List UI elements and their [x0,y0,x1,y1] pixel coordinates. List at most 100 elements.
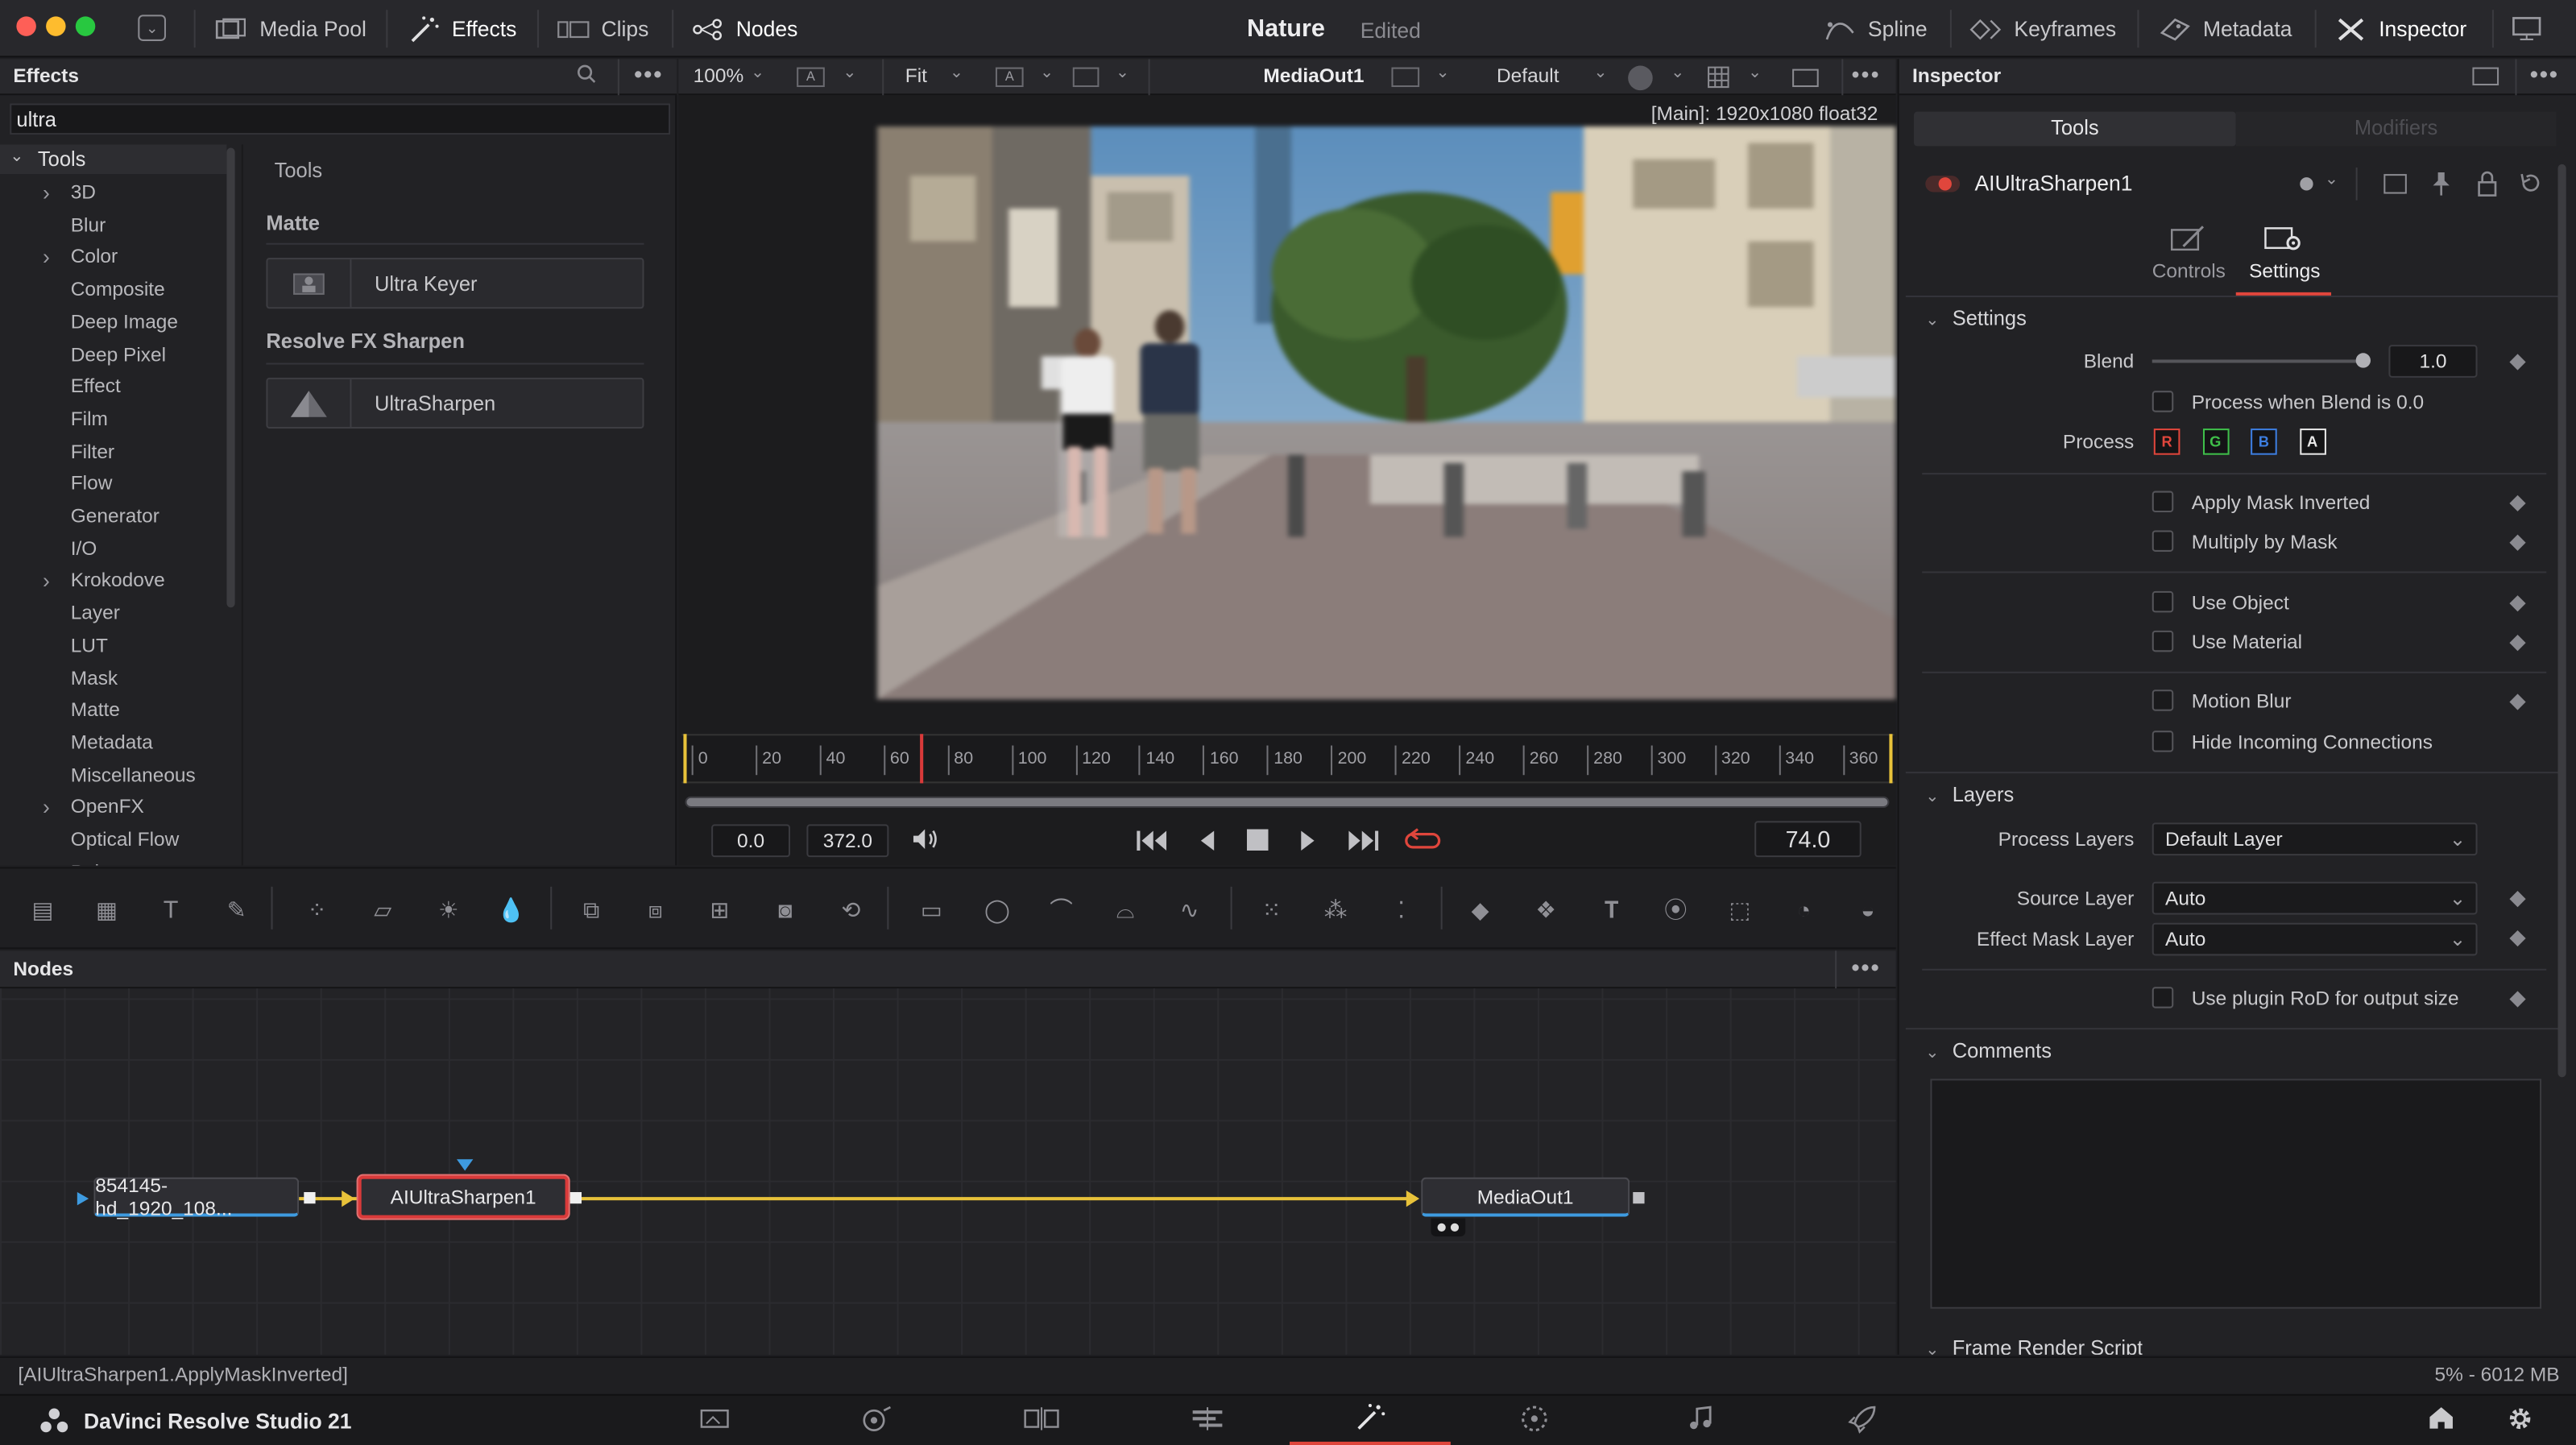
subtab-settings[interactable]: Settings [2235,222,2332,296]
grid-icon[interactable] [1707,66,1730,89]
page-timeline-button[interactable] [1174,1396,1240,1445]
zoom-level[interactable]: 100% [694,64,744,88]
maximize-window-button[interactable] [75,16,96,36]
tree-root-row[interactable] [0,144,227,175]
process-channel-b-toggle[interactable]: B [2251,429,2277,455]
tree-item-film[interactable]: Film [0,404,226,433]
chevron-down-icon[interactable]: ⌄ [843,64,856,82]
merge-tool-icon[interactable]: ⧉ [574,893,610,926]
global-end-field[interactable]: 372.0 [806,824,889,858]
image-plane-3d-icon[interactable]: ⬚ [1721,893,1758,926]
pin-icon[interactable] [2429,171,2453,197]
subtab-controls[interactable]: Controls [2140,222,2235,291]
rectangle-mask-icon[interactable]: ▭ [913,893,950,926]
node-enable-toggle[interactable] [1925,176,1961,193]
page-edit-button[interactable] [1008,1396,1075,1445]
more-options-icon[interactable]: ••• [1852,954,1881,980]
comments-textarea[interactable] [1930,1079,2542,1309]
chevron-down-icon[interactable]: ⌄ [1116,64,1129,82]
loop-icon[interactable] [1405,826,1441,855]
node-color-dot[interactable] [2300,177,2313,191]
tree-item-color[interactable]: › Color [0,242,226,271]
particles-tool-icon[interactable]: ⁘ [299,893,335,926]
tree-item-3d[interactable]: › 3D [0,177,226,207]
matte-tool-icon[interactable]: ◙ [767,893,803,926]
go-to-end-icon[interactable] [1344,827,1380,854]
merge-3d-node-icon[interactable]: ❖ [1528,893,1564,926]
search-icon[interactable] [577,64,600,88]
paint-tool-icon[interactable]: ▦ [89,893,125,926]
shape-3d-icon[interactable]: ◆ [1462,893,1498,926]
section-comments-header[interactable]: ⌄ Comments [1925,1039,2052,1062]
bspline-mask-icon[interactable]: ⌓ [1108,893,1144,926]
tree-item-lut[interactable]: LUT [0,630,226,660]
effects-button[interactable]: Effects [408,0,516,57]
metadata-button[interactable]: Metadata [2159,0,2292,57]
multiply-by-mask-checkbox[interactable] [2151,530,2174,552]
collapse-panel-icon[interactable]: ⌄ [138,14,166,41]
playhead[interactable] [920,734,924,784]
monitor-icon[interactable] [2510,14,2543,41]
process-channel-r-toggle[interactable]: R [2153,429,2180,455]
effects-search-input[interactable] [10,103,671,135]
reset-icon[interactable] [2519,171,2544,196]
node-source-loader[interactable]: 854145-hd_1920_108... [93,1174,300,1219]
apply-mask-inverted-checkbox[interactable] [2151,491,2174,513]
global-start-field[interactable]: 0.0 [711,824,790,858]
tree-item-paint[interactable]: Paint [0,857,226,866]
page-cut-button[interactable] [844,1396,910,1445]
tree-scrollbar[interactable] [226,147,235,608]
more-options-icon[interactable]: ••• [1852,60,1881,87]
section-layers-header[interactable]: ⌄ Layers [1925,783,2014,806]
effect-mask-layer-dropdown[interactable]: Auto ⌄ [2151,922,2478,956]
minimize-window-button[interactable] [46,16,66,36]
time-ruler[interactable]: 0 20 40 60 80 100 120 140 160 180 200 220 240 260 280 3… [681,734,1895,784]
node-graph-canvas[interactable] [0,988,1896,1355]
node-view-indicator[interactable] [1431,1218,1466,1237]
tree-item-matte[interactable]: Matte [0,695,226,725]
home-button[interactable] [2408,1396,2475,1445]
polygon-mask-icon[interactable]: ⌒ [1043,893,1079,926]
inspector-button[interactable]: Inspector [2334,0,2466,57]
timeline-scrollbar[interactable] [685,796,1890,808]
tree-item-deep-image[interactable]: Deep Image [0,307,226,337]
safe-frame-icon[interactable] [1391,67,1420,88]
tree-item-blur[interactable]: Blur [0,209,226,239]
more-options-icon[interactable]: ••• [2530,60,2559,87]
page-deliver-button[interactable] [1830,1396,1896,1445]
use-plugin-rod-checkbox[interactable] [2151,987,2174,1008]
chevron-down-icon[interactable]: ⌄ [1436,64,1450,82]
tree-item-layer[interactable]: Layer [0,598,226,627]
chevron-down-icon[interactable]: ⌄ [950,64,963,82]
play-icon[interactable] [1298,827,1317,854]
tree-item-generator[interactable]: Generator [0,501,226,531]
chevron-down-icon[interactable]: ⌄ [751,64,764,82]
particle-pdirect-icon[interactable]: ⁚ [1383,893,1419,926]
text-3d-icon[interactable]: 𝐓 [1593,893,1630,926]
chevron-down-icon[interactable]: ⌄ [1040,64,1054,82]
transform-tool-icon[interactable]: ⟲ [833,893,869,926]
renderer-3d-icon[interactable]: ◔ [1786,893,1822,926]
more-options-icon[interactable]: ••• [634,60,663,87]
tree-item-effect[interactable]: Effect [0,371,226,401]
process-layers-dropdown[interactable]: Default Layer ⌄ [2151,822,2478,856]
process-channel-a-toggle[interactable]: A [2299,429,2325,455]
channel-booleans-tool-icon[interactable]: ⊞ [702,893,738,926]
channel-icon[interactable]: A [995,67,1024,88]
tree-item-krokodove[interactable]: › Krokodove [0,565,226,595]
motion-blur-checkbox[interactable] [2151,689,2174,711]
tracker-tool-icon[interactable]: ∿ [1171,893,1207,926]
page-fairlight-button[interactable] [1667,1396,1733,1445]
roi-icon[interactable]: A [797,67,825,88]
blend-slider-thumb[interactable] [2355,353,2371,368]
lut-selector[interactable]: Default [1497,64,1559,88]
page-media-button[interactable] [681,1396,748,1445]
page-fusion-button[interactable] [1290,1396,1451,1445]
version-icon[interactable] [2383,174,2407,194]
render-range-start[interactable] [683,734,687,784]
text-tool-icon[interactable]: T [153,893,189,926]
clips-button[interactable]: Clips [557,0,648,57]
step-back-icon[interactable] [1198,827,1217,854]
chevron-down-icon[interactable]: ⌄ [1748,64,1762,82]
brightness-tool-icon[interactable]: ☀ [430,893,466,926]
